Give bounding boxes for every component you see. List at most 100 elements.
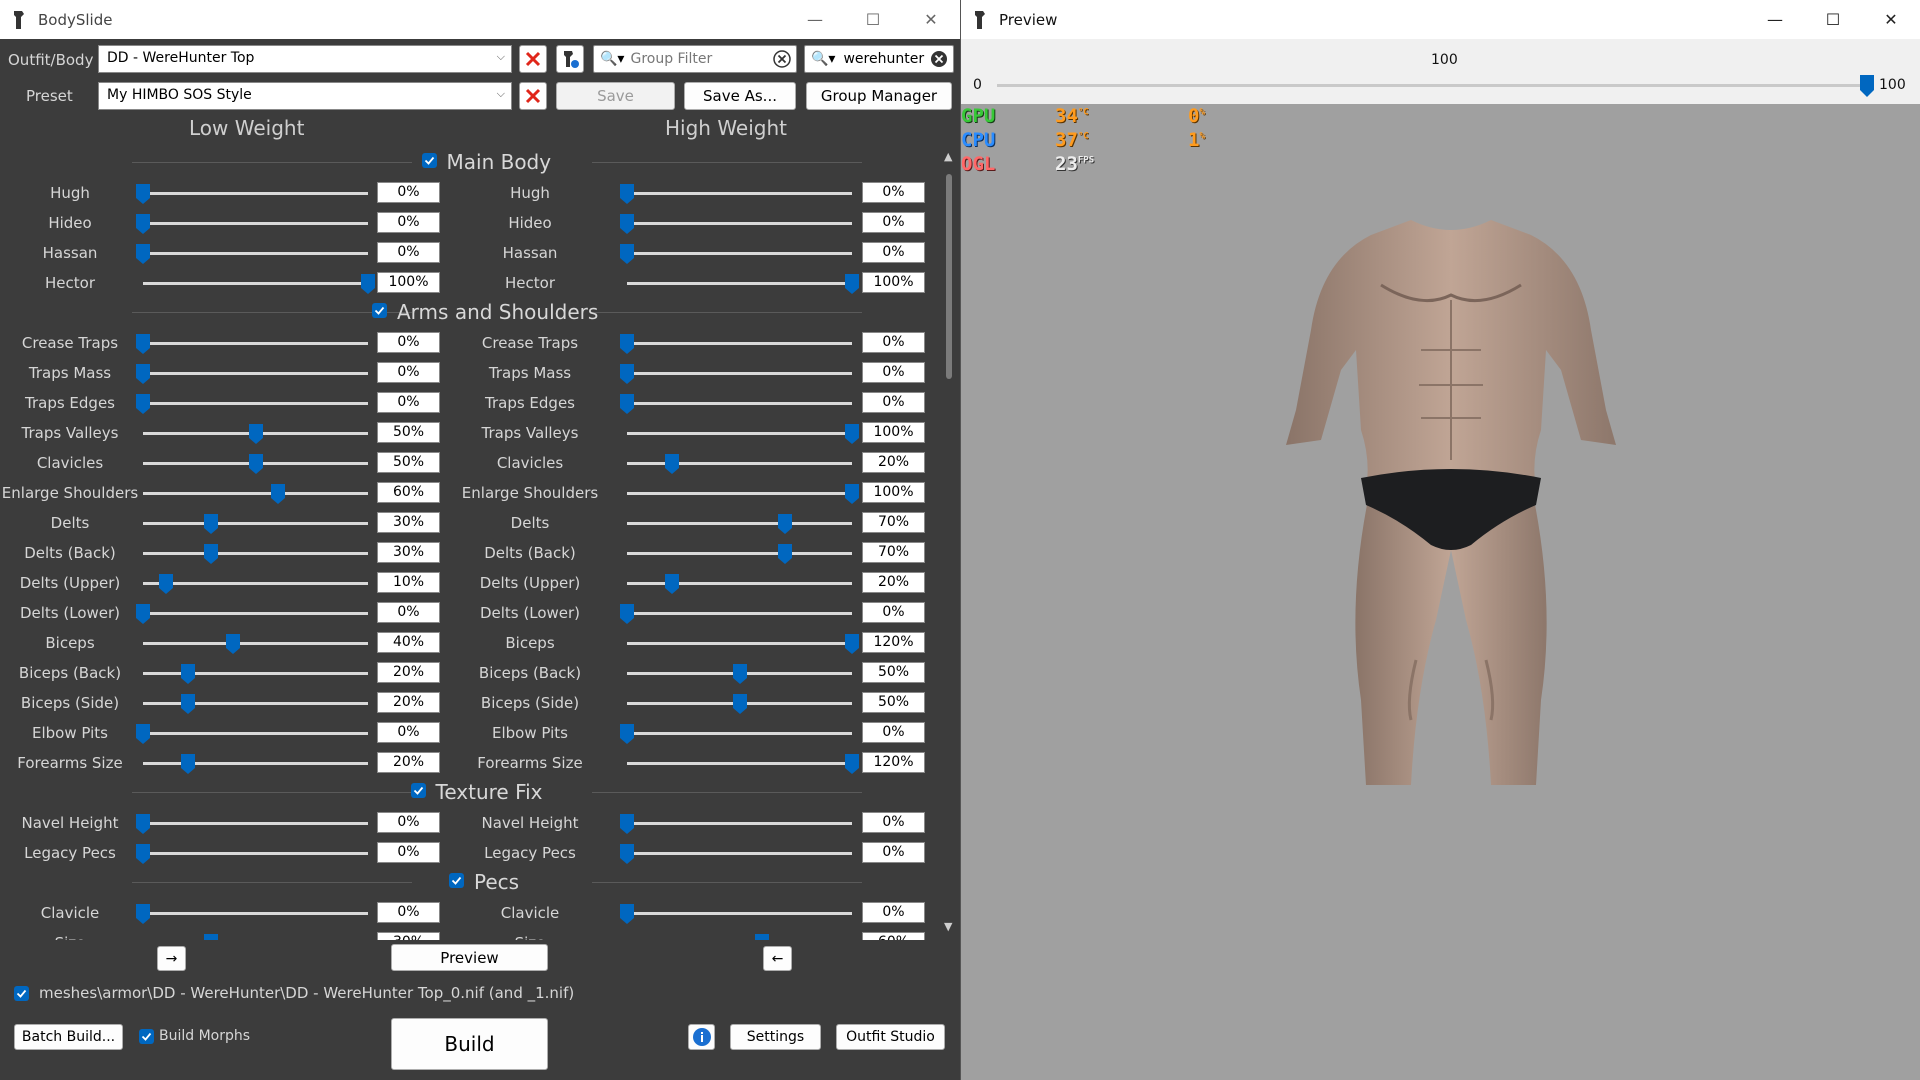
low-weight-slider[interactable] bbox=[136, 214, 368, 234]
high-weight-value-field[interactable]: 0% bbox=[862, 842, 925, 863]
high-weight-value-field[interactable]: 20% bbox=[862, 452, 925, 473]
delete-outfit-button[interactable] bbox=[519, 45, 547, 73]
low-weight-value-field[interactable]: 0% bbox=[377, 902, 440, 923]
preset-dropdown[interactable]: My HIMBO SOS Style ⌵ bbox=[98, 82, 512, 110]
outfit-filter-search[interactable]: 🔍▾ werehunter bbox=[804, 45, 954, 73]
copy-to-low-button[interactable]: ← bbox=[763, 946, 792, 971]
low-weight-slider[interactable] bbox=[143, 484, 368, 504]
low-weight-value-field[interactable]: 40% bbox=[377, 632, 440, 653]
maximize-button[interactable]: ☐ bbox=[1804, 0, 1862, 39]
high-weight-slider[interactable] bbox=[627, 514, 852, 534]
scroll-thumb[interactable] bbox=[946, 174, 952, 379]
high-weight-value-field[interactable]: 50% bbox=[862, 662, 925, 683]
high-weight-value-field[interactable]: 100% bbox=[862, 272, 925, 293]
delete-preset-button[interactable] bbox=[519, 82, 547, 110]
outfit-studio-button[interactable]: Outfit Studio bbox=[836, 1024, 945, 1050]
high-weight-slider[interactable] bbox=[620, 724, 852, 744]
batch-build-button[interactable]: Batch Build... bbox=[14, 1024, 123, 1050]
high-weight-value-field[interactable]: 20% bbox=[862, 572, 925, 593]
low-weight-slider[interactable] bbox=[143, 694, 368, 714]
group-checkbox[interactable] bbox=[421, 153, 437, 168]
low-weight-slider[interactable] bbox=[136, 604, 368, 624]
scroll-up-icon[interactable]: ▲ bbox=[944, 150, 952, 163]
info-button[interactable] bbox=[688, 1024, 715, 1050]
low-weight-slider[interactable] bbox=[143, 514, 368, 534]
high-weight-value-field[interactable]: 0% bbox=[862, 812, 925, 833]
high-weight-slider[interactable] bbox=[620, 244, 852, 264]
low-weight-slider[interactable] bbox=[136, 394, 368, 414]
high-weight-slider[interactable] bbox=[620, 844, 852, 864]
low-weight-value-field[interactable]: 50% bbox=[377, 452, 440, 473]
low-weight-slider[interactable] bbox=[143, 634, 368, 654]
group-checkbox[interactable] bbox=[410, 783, 426, 798]
weight-slider-thumb[interactable] bbox=[1860, 75, 1874, 97]
low-weight-slider[interactable] bbox=[143, 754, 368, 774]
low-weight-value-field[interactable]: 0% bbox=[377, 602, 440, 623]
low-weight-value-field[interactable]: 20% bbox=[377, 692, 440, 713]
high-weight-slider[interactable] bbox=[620, 184, 852, 204]
high-weight-slider[interactable] bbox=[627, 664, 852, 684]
high-weight-value-field[interactable]: 50% bbox=[862, 692, 925, 713]
high-weight-slider[interactable] bbox=[627, 454, 852, 474]
close-button[interactable]: ✕ bbox=[1862, 0, 1920, 39]
low-weight-value-field[interactable]: 0% bbox=[377, 362, 440, 383]
outfit-filter-button[interactable] bbox=[556, 45, 584, 73]
outfit-body-dropdown[interactable]: DD - WereHunter Top ⌵ bbox=[98, 45, 512, 73]
high-weight-value-field[interactable]: 60% bbox=[862, 932, 925, 940]
low-weight-value-field[interactable]: 30% bbox=[377, 512, 440, 533]
high-weight-value-field[interactable]: 0% bbox=[862, 722, 925, 743]
low-weight-value-field[interactable]: 60% bbox=[377, 482, 440, 503]
low-weight-slider[interactable] bbox=[136, 904, 368, 924]
low-weight-value-field[interactable]: 0% bbox=[377, 812, 440, 833]
low-weight-value-field[interactable]: 10% bbox=[377, 572, 440, 593]
high-weight-value-field[interactable]: 70% bbox=[862, 542, 925, 563]
low-weight-value-field[interactable]: 0% bbox=[377, 332, 440, 353]
high-weight-slider[interactable] bbox=[627, 424, 859, 444]
low-weight-slider[interactable] bbox=[136, 814, 368, 834]
low-weight-value-field[interactable]: 0% bbox=[377, 242, 440, 263]
slider-scrollbar[interactable]: ▲ ▼ bbox=[940, 148, 960, 938]
body-model-preview[interactable] bbox=[1261, 200, 1641, 800]
high-weight-value-field[interactable]: 0% bbox=[862, 182, 925, 203]
low-weight-value-field[interactable]: 20% bbox=[377, 752, 440, 773]
low-weight-value-field[interactable]: 100% bbox=[377, 272, 440, 293]
low-weight-slider[interactable] bbox=[143, 544, 368, 564]
low-weight-slider[interactable] bbox=[136, 844, 368, 864]
settings-button[interactable]: Settings bbox=[730, 1024, 821, 1050]
minimize-button[interactable]: — bbox=[786, 0, 844, 39]
low-weight-value-field[interactable]: 0% bbox=[377, 392, 440, 413]
low-weight-value-field[interactable]: 50% bbox=[377, 422, 440, 443]
low-weight-slider[interactable] bbox=[136, 334, 368, 354]
high-weight-slider[interactable] bbox=[627, 484, 859, 504]
low-weight-slider[interactable] bbox=[143, 574, 368, 594]
low-weight-value-field[interactable]: 0% bbox=[377, 182, 440, 203]
save-button[interactable]: Save bbox=[556, 82, 675, 110]
weight-slider[interactable] bbox=[997, 75, 1874, 97]
low-weight-slider[interactable] bbox=[143, 274, 375, 294]
scroll-down-icon[interactable]: ▼ bbox=[944, 920, 952, 933]
high-weight-slider[interactable] bbox=[627, 634, 859, 654]
high-weight-slider[interactable] bbox=[620, 604, 852, 624]
maximize-button[interactable]: ☐ bbox=[844, 0, 902, 39]
group-manager-button[interactable]: Group Manager bbox=[806, 82, 952, 110]
low-weight-value-field[interactable]: 0% bbox=[377, 212, 440, 233]
clear-icon[interactable] bbox=[930, 50, 948, 72]
high-weight-slider[interactable] bbox=[620, 904, 852, 924]
close-button[interactable]: ✕ bbox=[902, 0, 960, 39]
high-weight-slider[interactable] bbox=[620, 364, 852, 384]
group-filter-search[interactable]: 🔍▾ Group Filter bbox=[593, 45, 797, 73]
group-checkbox[interactable] bbox=[372, 303, 387, 318]
high-weight-value-field[interactable]: 0% bbox=[862, 392, 925, 413]
high-weight-slider[interactable] bbox=[627, 544, 852, 564]
low-weight-slider[interactable] bbox=[143, 664, 368, 684]
build-morphs-checkbox[interactable] bbox=[139, 1029, 154, 1044]
save-as-button[interactable]: Save As... bbox=[684, 82, 796, 110]
group-checkbox[interactable] bbox=[449, 873, 464, 888]
high-weight-value-field[interactable]: 0% bbox=[862, 602, 925, 623]
low-weight-slider[interactable] bbox=[136, 184, 368, 204]
minimize-button[interactable]: — bbox=[1746, 0, 1804, 39]
high-weight-value-field[interactable]: 120% bbox=[862, 632, 925, 653]
low-weight-value-field[interactable]: 20% bbox=[377, 662, 440, 683]
high-weight-slider[interactable] bbox=[620, 214, 852, 234]
high-weight-value-field[interactable]: 100% bbox=[862, 482, 925, 503]
